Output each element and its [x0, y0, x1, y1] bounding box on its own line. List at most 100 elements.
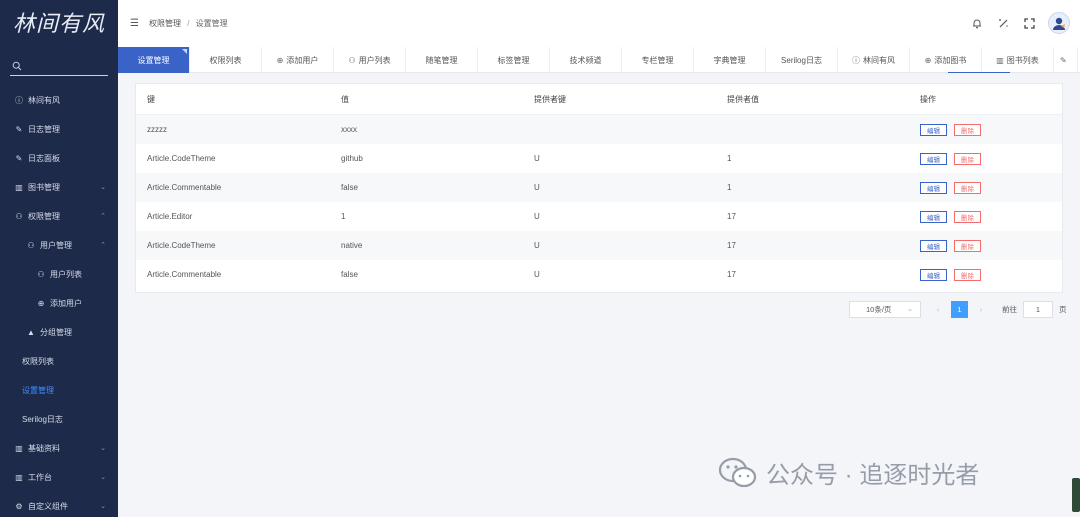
tab-overflow[interactable]: ✎: [1054, 47, 1078, 73]
avatar[interactable]: [1048, 12, 1070, 34]
sidebar-item-label: 日志面板: [28, 154, 60, 163]
table-row: Article.Commentable false U 1 编辑 删除: [136, 173, 1062, 202]
book-icon: ▥: [15, 444, 23, 453]
tab-column-manage[interactable]: 专栏管理: [622, 47, 694, 73]
sidebar-item-permissions[interactable]: ⚇ 权限管理 ⌃: [0, 202, 118, 231]
edit-button[interactable]: 编辑: [920, 239, 947, 252]
delete-button[interactable]: 删除: [954, 268, 981, 281]
page-number-current[interactable]: 1: [951, 301, 968, 318]
tab-tech-channel[interactable]: 技术频道: [550, 47, 622, 73]
delete-button[interactable]: 删除: [954, 152, 981, 165]
user-lock-icon: ⚇: [27, 241, 35, 250]
tab-label: 林间有风: [863, 55, 895, 65]
edit-button[interactable]: 编辑: [920, 181, 947, 194]
cell-provider-value: 17: [727, 212, 736, 221]
sidebar-item-label: 用户列表: [50, 270, 82, 279]
sidebar-item-label: 权限管理: [28, 212, 60, 221]
sidebar-item-basic-data[interactable]: ▥ 基础资料 ⌄: [0, 434, 118, 463]
watermark-text: 公众号 · 追逐时光者: [766, 462, 980, 489]
info-icon: ⓘ: [852, 55, 860, 65]
edit-button[interactable]: 编辑: [920, 123, 947, 136]
search-icon: [12, 61, 22, 70]
tab-user-list[interactable]: ⚇ 用户列表: [334, 47, 406, 73]
tab-label: 标签管理: [497, 55, 530, 65]
sidebar-item-books[interactable]: ▥ 图书管理 ⌄: [0, 173, 118, 202]
sidebar-item-linjian[interactable]: ⓘ 林间有风: [0, 86, 118, 115]
delete-button[interactable]: 删除: [954, 210, 981, 223]
sidebar-item-add-user[interactable]: ⊕ 添加用户: [0, 289, 118, 318]
cell-value: xxxx: [341, 125, 357, 134]
cell-key: Article.Editor: [147, 212, 193, 221]
tab-label: 专栏管理: [641, 55, 674, 65]
sidebar-item-user-list[interactable]: ⚇ 用户列表: [0, 260, 118, 289]
magic-wand-icon[interactable]: [996, 16, 1010, 30]
sidebar-item-log-manage[interactable]: ✎ 日志管理: [0, 115, 118, 144]
tab-dictionary-manage[interactable]: 字典管理: [694, 47, 766, 73]
edit-button[interactable]: 编辑: [920, 210, 947, 223]
cell-actions: 编辑 删除: [909, 152, 1062, 165]
chevron-down-icon: ⌄: [100, 503, 106, 510]
cell-value: false: [341, 270, 358, 279]
sidebar-menu: ⓘ 林间有风 ✎ 日志管理 ✎ 日志面板 ▥ 图书管理 ⌄ ⚇ 权限管理 ⌃ ⚇…: [0, 86, 118, 517]
tab-label: 添加图书: [934, 55, 967, 65]
delete-button[interactable]: 删除: [954, 123, 981, 136]
app-logo[interactable]: 林间有风: [0, 0, 118, 44]
sidebar-item-custom-components[interactable]: ⚙ 自定义组件 ⌄: [0, 492, 118, 517]
edit-icon: ✎: [1060, 55, 1067, 65]
tab-tag-manage[interactable]: 标签管理: [478, 47, 550, 73]
cell-provider-key: U: [534, 154, 540, 163]
delete-button[interactable]: 删除: [954, 181, 981, 194]
sidebar-search[interactable]: [10, 56, 108, 76]
delete-button[interactable]: 删除: [954, 239, 981, 252]
main-content: 键 值 提供者键 提供者值 操作 zzzzz xxxx 编辑 删除 Articl…: [118, 73, 1080, 517]
cell-value: github: [341, 154, 363, 163]
tab-label: 设置管理: [137, 55, 170, 65]
next-page-button[interactable]: ›: [974, 301, 988, 318]
tab-add-book[interactable]: ⊕ 添加图书: [910, 47, 982, 73]
edit-icon: ✎: [15, 125, 23, 134]
breadcrumb-parent[interactable]: 权限管理: [149, 19, 181, 28]
hamburger-menu-icon[interactable]: ☰: [130, 18, 139, 29]
tab-corner-marker: [182, 49, 187, 54]
goto-label: 前往: [1002, 305, 1017, 314]
book-icon: ▥: [996, 55, 1004, 65]
bell-icon[interactable]: [970, 16, 984, 30]
tab-linjian[interactable]: ⓘ 林间有风: [838, 47, 910, 73]
book-icon: ▥: [15, 473, 23, 482]
sidebar-item-log-panel[interactable]: ✎ 日志面板: [0, 144, 118, 173]
book-icon: ▥: [15, 183, 23, 192]
tab-add-user[interactable]: ⊕ 添加用户: [262, 47, 334, 73]
tab-essay-manage[interactable]: 随笔管理: [406, 47, 478, 73]
tab-bar: 设置管理 权限列表 ⊕ 添加用户 ⚇ 用户列表 随笔管理 标签管理 技术频道 专…: [118, 47, 1080, 73]
tab-settings[interactable]: 设置管理: [118, 47, 190, 73]
tab-book-list[interactable]: ▥ 图书列表: [982, 47, 1054, 73]
group-icon: ▲: [27, 328, 35, 337]
sidebar-item-settings[interactable]: 设置管理: [0, 376, 118, 405]
sidebar-item-label: 工作台: [28, 473, 52, 482]
goto-page-input[interactable]: 1: [1023, 301, 1053, 318]
sidebar: 林间有风 ⓘ 林间有风 ✎ 日志管理 ✎ 日志面板 ▥ 图书管理 ⌄ ⚇ 权限管…: [0, 0, 118, 517]
settings-table: 键 值 提供者键 提供者值 操作 zzzzz xxxx 编辑 删除 Articl…: [135, 83, 1063, 293]
cell-value: false: [341, 183, 358, 192]
sidebar-item-workbench[interactable]: ▥ 工作台 ⌄: [0, 463, 118, 492]
cell-provider-value: 17: [727, 241, 736, 250]
sidebar-item-permission-list[interactable]: 权限列表: [0, 347, 118, 376]
tab-serilog[interactable]: Serilog日志: [766, 47, 838, 73]
edit-button[interactable]: 编辑: [920, 152, 947, 165]
plus-circle-icon: ⊕: [924, 55, 932, 65]
cell-value: 1: [341, 212, 346, 221]
page-size-select[interactable]: 10条/页 ⌄: [849, 301, 921, 318]
edit-button[interactable]: 编辑: [920, 268, 947, 281]
sidebar-item-serilog[interactable]: Serilog日志: [0, 405, 118, 434]
cell-provider-key: U: [534, 183, 540, 192]
plus-circle-icon: ⊕: [276, 55, 284, 65]
fullscreen-icon[interactable]: [1022, 16, 1036, 30]
sidebar-item-user-manage[interactable]: ⚇ 用户管理 ⌃: [0, 231, 118, 260]
tab-permission-list[interactable]: 权限列表: [190, 47, 262, 73]
cell-actions: 编辑 删除: [909, 239, 1062, 252]
sidebar-item-group-manage[interactable]: ▲ 分组管理: [0, 318, 118, 347]
table-row: zzzzz xxxx 编辑 删除: [136, 115, 1062, 144]
breadcrumb: 权限管理 / 设置管理: [149, 18, 228, 29]
tab-label: 权限列表: [209, 55, 242, 65]
prev-page-button[interactable]: ‹: [931, 301, 945, 318]
